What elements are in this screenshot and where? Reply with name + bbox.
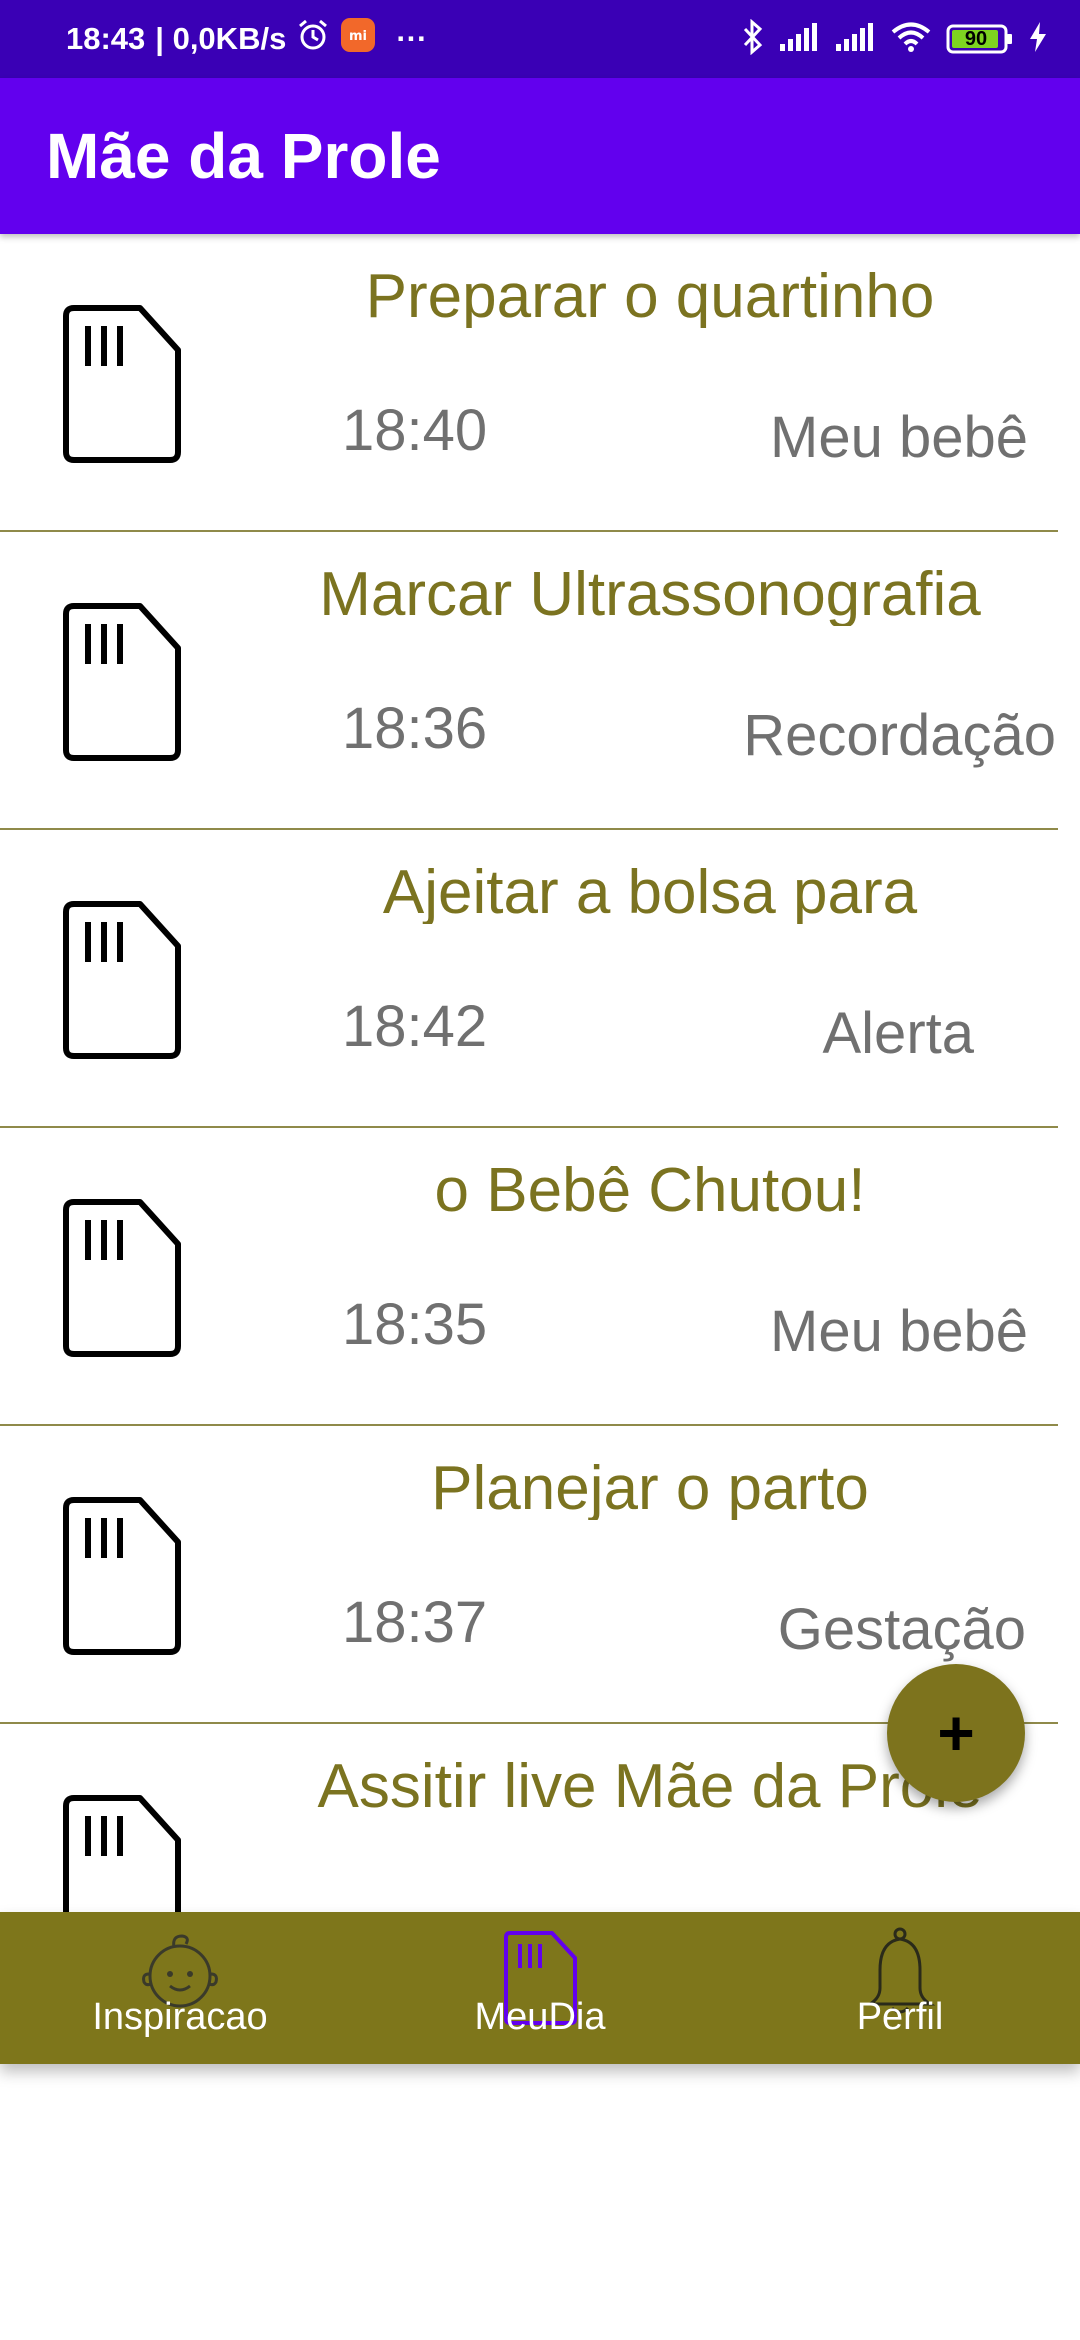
entry-title: Preparar o quartinho bbox=[365, 266, 935, 328]
list-item[interactable]: Ajeitar a bolsa para 18:42 Alerta bbox=[0, 830, 1058, 1128]
add-entry-button[interactable]: + bbox=[887, 1664, 1025, 1802]
nav-item-perfil[interactable]: Perfil bbox=[720, 1912, 1080, 2064]
sd-card-icon bbox=[63, 901, 181, 1059]
charging-icon bbox=[1028, 21, 1048, 58]
bottom-navigation: Inspiracao MeuDia Perfil bbox=[0, 1912, 1080, 2064]
wifi-icon bbox=[890, 21, 932, 58]
sd-card-icon bbox=[63, 603, 181, 761]
entries-list[interactable]: Preparar o quartinho 18:40 Meu bebê Marc… bbox=[0, 234, 1080, 1912]
nav-item-meudia[interactable]: MeuDia bbox=[360, 1912, 720, 2064]
entry-category: Alerta bbox=[822, 1001, 974, 1066]
entry-time: 18:36 bbox=[342, 696, 488, 761]
entry-title: Marcar Ultrassonografia bbox=[319, 564, 981, 626]
plus-icon: + bbox=[937, 1697, 975, 1769]
entry-time: 18:37 bbox=[342, 1590, 488, 1655]
sd-card-icon bbox=[63, 305, 181, 463]
status-left: 18:43 | 0,0KB/s mi ··· bbox=[66, 0, 427, 78]
list-item[interactable]: Marcar Ultrassonografia 18:36 Recordação bbox=[0, 532, 1058, 830]
sd-card-icon bbox=[63, 1497, 181, 1655]
entry-title: Ajeitar a bolsa para bbox=[382, 862, 918, 924]
bluetooth-icon bbox=[742, 18, 764, 60]
list-item[interactable]: Preparar o quartinho 18:40 Meu bebê bbox=[0, 234, 1058, 532]
status-time: 18:43 bbox=[66, 21, 146, 56]
entry-title: o Bebê Chutou! bbox=[434, 1160, 866, 1222]
alarm-icon bbox=[296, 18, 330, 60]
mi-app-icon: mi bbox=[340, 17, 376, 61]
app-bar: Mãe da Prole bbox=[0, 78, 1080, 234]
list-item[interactable]: o Bebê Chutou! 18:35 Meu bebê bbox=[0, 1128, 1058, 1426]
list-item[interactable]: Planejar o parto 18:37 Gestação bbox=[0, 1426, 1058, 1724]
entry-time: 18:35 bbox=[342, 1292, 488, 1357]
entry-time: 18:40 bbox=[342, 398, 488, 463]
signal-icon-2 bbox=[834, 22, 876, 57]
more-notifications: ··· bbox=[396, 21, 428, 56]
nav-label: Perfil bbox=[856, 1996, 944, 2038]
svg-text:mi: mi bbox=[349, 29, 367, 44]
signal-icon bbox=[778, 22, 820, 57]
entry-category: Gestação bbox=[777, 1597, 1026, 1662]
sd-card-icon bbox=[63, 1795, 181, 1912]
nav-item-inspiracao[interactable]: Inspiracao bbox=[0, 1912, 360, 2064]
network-speed: | 0,0KB/s bbox=[155, 21, 287, 56]
nav-label: MeuDia bbox=[474, 1996, 606, 2038]
entry-category: Recordação bbox=[743, 703, 1056, 768]
status-bar: 18:43 | 0,0KB/s mi ··· 90 bbox=[0, 0, 1080, 78]
entry-category: Meu bebê bbox=[770, 1299, 1028, 1364]
nav-label: Inspiracao bbox=[92, 1996, 268, 2038]
sd-card-icon bbox=[63, 1199, 181, 1357]
entry-title: Planejar o parto bbox=[431, 1458, 869, 1520]
entry-category: Meu bebê bbox=[770, 405, 1028, 470]
battery-icon: 90 bbox=[946, 24, 1014, 54]
app-title: Mãe da Prole bbox=[46, 120, 441, 192]
status-right: 90 bbox=[742, 0, 1048, 78]
entry-time: 18:42 bbox=[342, 994, 488, 1059]
battery-level: 90 bbox=[964, 28, 988, 50]
